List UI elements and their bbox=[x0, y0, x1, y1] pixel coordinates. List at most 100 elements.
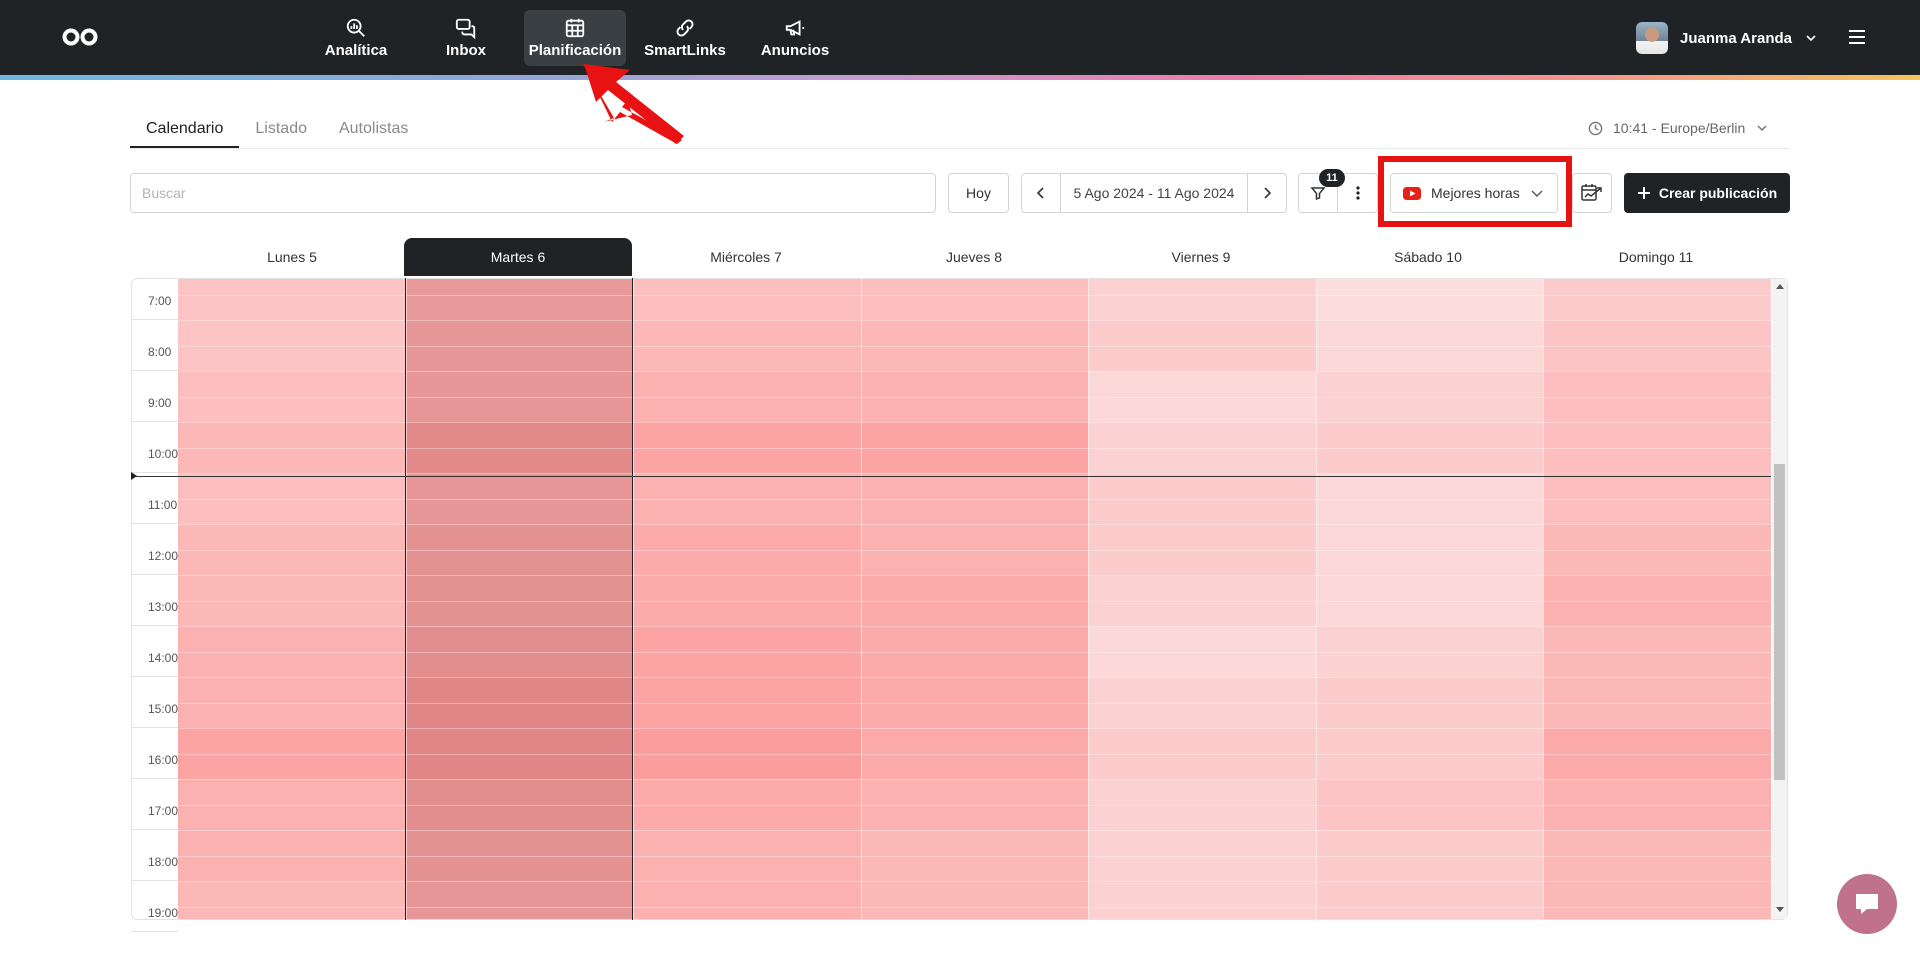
hour-divider bbox=[132, 421, 178, 422]
best-hours-dropdown[interactable]: Mejores horas bbox=[1390, 173, 1558, 213]
day-header-3[interactable]: Miércoles 7 bbox=[632, 238, 860, 276]
grid-line bbox=[178, 779, 1771, 780]
search-input[interactable] bbox=[130, 173, 936, 213]
grid-line bbox=[178, 447, 1771, 449]
chevron-down-icon bbox=[1531, 190, 1543, 197]
nav-smartlinks[interactable]: SmartLinks bbox=[642, 10, 728, 66]
next-week-button[interactable] bbox=[1248, 174, 1286, 212]
analytics-icon bbox=[346, 18, 365, 37]
heatmap-cell[interactable] bbox=[1543, 881, 1771, 919]
heatmap-cell[interactable] bbox=[1543, 279, 1771, 320]
nav-inbox-label: Inbox bbox=[446, 42, 486, 59]
hour-divider bbox=[132, 727, 178, 728]
day-header-6[interactable]: Sábado 10 bbox=[1314, 238, 1542, 276]
grid-line bbox=[178, 651, 1771, 653]
heatmap-cell[interactable] bbox=[1088, 279, 1316, 320]
grid-line bbox=[178, 524, 1771, 525]
best-hours-label: Mejores horas bbox=[1431, 185, 1520, 201]
chat-icon bbox=[1856, 894, 1878, 914]
nav-planning[interactable]: Planificación bbox=[524, 10, 626, 66]
day-header-1[interactable]: Lunes 5 bbox=[178, 238, 406, 276]
heatmap-cell[interactable] bbox=[406, 279, 634, 320]
scroll-up-icon[interactable] bbox=[1776, 284, 1784, 289]
current-time-marker bbox=[131, 472, 137, 480]
timezone-selector[interactable]: 10:41 - Europe/Berlin bbox=[1588, 120, 1769, 136]
create-post-button[interactable]: Crear publicación bbox=[1624, 173, 1790, 213]
heatmap-cell[interactable] bbox=[406, 881, 634, 919]
chat-support-button[interactable] bbox=[1837, 874, 1897, 934]
nav-planning-label: Planificación bbox=[528, 42, 622, 59]
day-header-5[interactable]: Viernes 9 bbox=[1087, 238, 1315, 276]
scrollbar-thumb[interactable] bbox=[1774, 464, 1785, 780]
grid-line bbox=[178, 473, 1771, 474]
brand-gradient-stripe bbox=[0, 75, 1920, 80]
youtube-icon bbox=[1403, 186, 1421, 200]
grid-line bbox=[178, 855, 1771, 857]
grid-line bbox=[178, 906, 1771, 908]
heatmap-grid[interactable] bbox=[178, 279, 1771, 919]
hour-divider bbox=[132, 523, 178, 524]
clock-icon bbox=[1588, 121, 1603, 135]
active-day-border bbox=[405, 278, 406, 920]
date-range-label[interactable]: 5 Ago 2024 - 11 Ago 2024 bbox=[1061, 185, 1247, 201]
grid-line bbox=[178, 626, 1771, 627]
avatar bbox=[1636, 22, 1668, 54]
top-navbar: Analítica Inbox Planificación SmartLinks… bbox=[0, 0, 1920, 75]
grid-line bbox=[178, 677, 1771, 678]
grid-line bbox=[178, 498, 1771, 500]
heatmap-cell[interactable] bbox=[1088, 881, 1316, 919]
chevron-down-icon bbox=[1806, 35, 1816, 42]
hour-divider bbox=[132, 931, 178, 932]
hour-divider bbox=[132, 880, 178, 881]
tab-autolistas[interactable]: Autolistas bbox=[323, 116, 424, 148]
day-header-2[interactable]: Martes 6 bbox=[404, 238, 632, 276]
heatmap-cell[interactable] bbox=[633, 881, 861, 919]
grid-line bbox=[406, 279, 407, 919]
today-button[interactable]: Hoy bbox=[948, 173, 1009, 213]
metricool-logo-icon[interactable] bbox=[62, 28, 98, 46]
hamburger-menu-icon[interactable] bbox=[1846, 27, 1868, 47]
calendar-settings-button[interactable] bbox=[1572, 173, 1612, 213]
grid-line bbox=[178, 294, 1771, 296]
day-header-7[interactable]: Domingo 11 bbox=[1542, 238, 1770, 276]
tab-calendario[interactable]: Calendario bbox=[130, 116, 240, 148]
inbox-icon bbox=[455, 18, 476, 39]
nav-smartlinks-label: SmartLinks bbox=[644, 42, 726, 59]
grid-line bbox=[178, 345, 1771, 347]
tabs-divider bbox=[130, 148, 1790, 149]
chevron-down-icon bbox=[1757, 125, 1767, 132]
heatmap-cell[interactable] bbox=[633, 279, 861, 320]
scroll-down-icon[interactable] bbox=[1776, 907, 1784, 912]
timezone-label: 10:41 - Europe/Berlin bbox=[1613, 120, 1746, 136]
tab-listado[interactable]: Listado bbox=[239, 116, 323, 148]
current-time-line bbox=[132, 476, 1771, 477]
grid-line bbox=[633, 279, 634, 919]
grid-line bbox=[178, 830, 1771, 831]
nav-ads[interactable]: Anuncios bbox=[756, 10, 834, 66]
link-icon bbox=[676, 19, 694, 37]
user-menu[interactable]: Juanma Aranda bbox=[1636, 20, 1818, 56]
grid-line bbox=[178, 881, 1771, 882]
hour-divider bbox=[132, 676, 178, 677]
previous-week-button[interactable] bbox=[1022, 174, 1060, 212]
plus-icon bbox=[1637, 187, 1650, 199]
hour-divider bbox=[132, 829, 178, 830]
date-range-navigator: 5 Ago 2024 - 11 Ago 2024 bbox=[1021, 173, 1287, 213]
day-header-4[interactable]: Jueves 8 bbox=[860, 238, 1088, 276]
heatmap-cell[interactable] bbox=[178, 279, 406, 320]
view-tabs: Calendario Listado Autolistas bbox=[130, 116, 424, 148]
nav-analytics[interactable]: Analítica bbox=[318, 10, 394, 66]
grid-line bbox=[178, 728, 1771, 729]
heatmap-cell[interactable] bbox=[1316, 881, 1544, 919]
grid-line bbox=[861, 279, 862, 919]
grid-line bbox=[178, 320, 1771, 321]
hour-divider bbox=[132, 370, 178, 371]
nav-inbox[interactable]: Inbox bbox=[430, 10, 502, 66]
megaphone-icon bbox=[785, 20, 805, 36]
heatmap-cell[interactable] bbox=[861, 279, 1089, 320]
heatmap-cell[interactable] bbox=[1316, 279, 1544, 320]
heatmap-cell[interactable] bbox=[861, 881, 1089, 919]
more-vertical-icon bbox=[1355, 186, 1360, 200]
heatmap-cell[interactable] bbox=[178, 881, 406, 919]
grid-line bbox=[178, 549, 1771, 551]
